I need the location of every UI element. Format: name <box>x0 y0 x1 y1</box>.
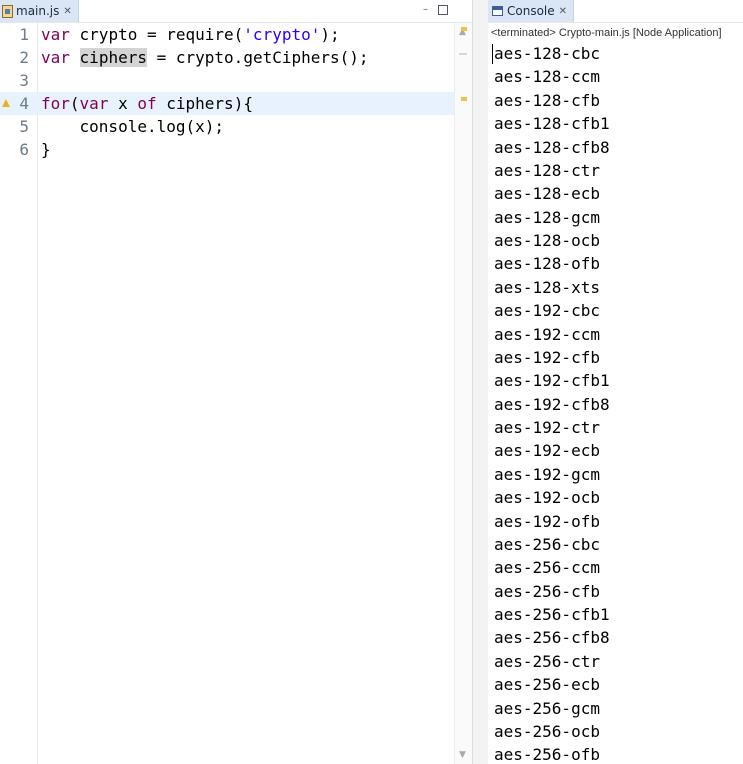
console-output-line: aes-192-ofb <box>494 511 600 531</box>
console-output-line: aes-128-cfb1 <box>494 114 610 134</box>
warning-icon[interactable] <box>2 99 10 107</box>
code-token: ciphers){ <box>156 94 253 113</box>
js-file-icon <box>2 4 13 18</box>
code-text: var crypto = require('crypto'); <box>41 23 340 46</box>
console-status: <terminated> Crypto-main.js [Node Applic… <box>491 27 722 39</box>
keyword-token: for <box>41 94 70 113</box>
keyword-token: of <box>137 94 157 113</box>
console-output-line: aes-128-ofb <box>494 254 600 274</box>
code-token: x <box>108 94 138 113</box>
line-number: 4 <box>19 94 29 113</box>
console-output-line: aes-256-ofb <box>494 745 600 764</box>
code-token: = crypto.getCiphers(); <box>146 48 369 67</box>
keyword-token: var <box>79 94 109 113</box>
console-output-line: aes-256-ctr <box>494 651 600 671</box>
console-tab[interactable]: Console ✕ <box>488 0 575 22</box>
console-output-line: aes-256-cfb <box>494 581 600 601</box>
console-output-line: aes-192-cfb8 <box>494 394 610 414</box>
code-token: crypto = require( <box>69 25 244 44</box>
highlighted-occurrence: ciphers <box>79 48 147 67</box>
code-line[interactable]: 1 var crypto = require('crypto'); <box>0 23 454 46</box>
console-output-line: aes-128-ocb <box>494 231 600 250</box>
code-line[interactable]: 6} <box>0 138 454 161</box>
line-number: 2 <box>19 48 29 67</box>
overview-ruler[interactable]: ▲ ▼ <box>454 23 472 764</box>
warning-marker[interactable] <box>461 97 467 101</box>
editor-tabbar: main.js ✕ – <box>0 0 472 23</box>
console-pane: Console ✕ <terminated> Crypto-main.js [N… <box>488 0 743 764</box>
editor-pane: main.js ✕ – 1 var crypto = require('crypt… <box>0 0 472 764</box>
minimize-icon[interactable]: – <box>423 3 428 17</box>
console-output-line: aes-192-ocb <box>494 488 600 508</box>
console-tabbar: Console ✕ <box>488 0 743 23</box>
maximize-icon[interactable] <box>438 5 448 15</box>
console-output-line: aes-128-cfb8 <box>494 137 610 157</box>
editor-tab-label: main.js <box>16 4 60 18</box>
console-output-line: aes-128-gcm <box>494 207 600 227</box>
console-output-line: aes-128-cbc <box>494 44 600 63</box>
pane-divider[interactable] <box>472 0 489 764</box>
code-text: for(var x of ciphers){ <box>41 92 253 115</box>
console-output-line: aes-192-cfb <box>494 347 600 367</box>
close-icon[interactable]: ✕ <box>63 6 71 17</box>
code-line[interactable]: 4 for(var x of ciphers){ <box>0 92 454 115</box>
editor-tab-main-js[interactable]: main.js ✕ <box>0 0 79 22</box>
close-icon[interactable]: ✕ <box>559 6 567 17</box>
console-output[interactable]: aes-128-cbc aes-128-ccm aes-128-cfb aes-128… <box>494 42 743 764</box>
console-output-line: aes-192-gcm <box>494 464 600 484</box>
line-number: 3 <box>19 71 29 90</box>
line-number: 6 <box>19 140 29 159</box>
code-token: console.log(x); <box>41 117 225 136</box>
console-icon <box>492 6 503 16</box>
console-output-line: aes-128-ecb <box>494 184 600 204</box>
line-number: 5 <box>19 117 29 136</box>
console-output-line: aes-192-ecb <box>494 441 600 461</box>
console-output-line: aes-128-ccm <box>494 67 600 87</box>
line-number: 1 <box>19 25 29 44</box>
keyword-token: var <box>41 48 70 67</box>
code-line[interactable]: 5 console.log(x); <box>0 115 454 138</box>
code-text: } <box>41 138 51 161</box>
warning-marker[interactable] <box>461 27 467 31</box>
console-output-line: aes-128-cfb <box>494 90 600 110</box>
code-line[interactable]: 3 <box>0 69 454 92</box>
code-token: } <box>41 140 51 159</box>
console-output-line: aes-256-cfb1 <box>494 605 610 624</box>
string-token: 'crypto' <box>243 25 321 44</box>
console-output-line: aes-128-ctr <box>494 160 600 180</box>
occurrence-marker[interactable] <box>459 53 467 55</box>
console-output-line: aes-256-ecb <box>494 675 600 695</box>
console-tab-label: Console <box>507 4 555 18</box>
keyword-token: var <box>41 25 70 44</box>
code-text: console.log(x); <box>41 115 225 138</box>
code-line[interactable]: 2 var ciphers = crypto.getCiphers(); <box>0 46 454 69</box>
console-output-line: aes-256-cfb8 <box>494 628 610 648</box>
console-output-line: aes-192-ctr <box>494 418 600 437</box>
code-token: ); <box>320 25 340 44</box>
code-token: ( <box>69 94 80 113</box>
console-output-line: aes-192-cbc <box>494 301 600 321</box>
console-output-line: aes-256-ocb <box>494 721 600 741</box>
scroll-down-icon[interactable]: ▼ <box>459 750 466 760</box>
console-output-line: aes-192-ccm <box>494 324 600 344</box>
console-output-line: aes-256-cbc <box>494 534 600 554</box>
code-area[interactable]: 1 var crypto = require('crypto'); 2 var cip… <box>0 23 454 161</box>
code-text: var ciphers = crypto.getCiphers(); <box>41 46 369 69</box>
console-output-line: aes-128-xts <box>494 277 600 297</box>
text-cursor <box>492 44 493 64</box>
console-output-line: aes-192-cfb1 <box>494 371 610 391</box>
console-output-line: aes-256-gcm <box>494 698 600 718</box>
console-output-line: aes-256-ccm <box>494 558 600 578</box>
